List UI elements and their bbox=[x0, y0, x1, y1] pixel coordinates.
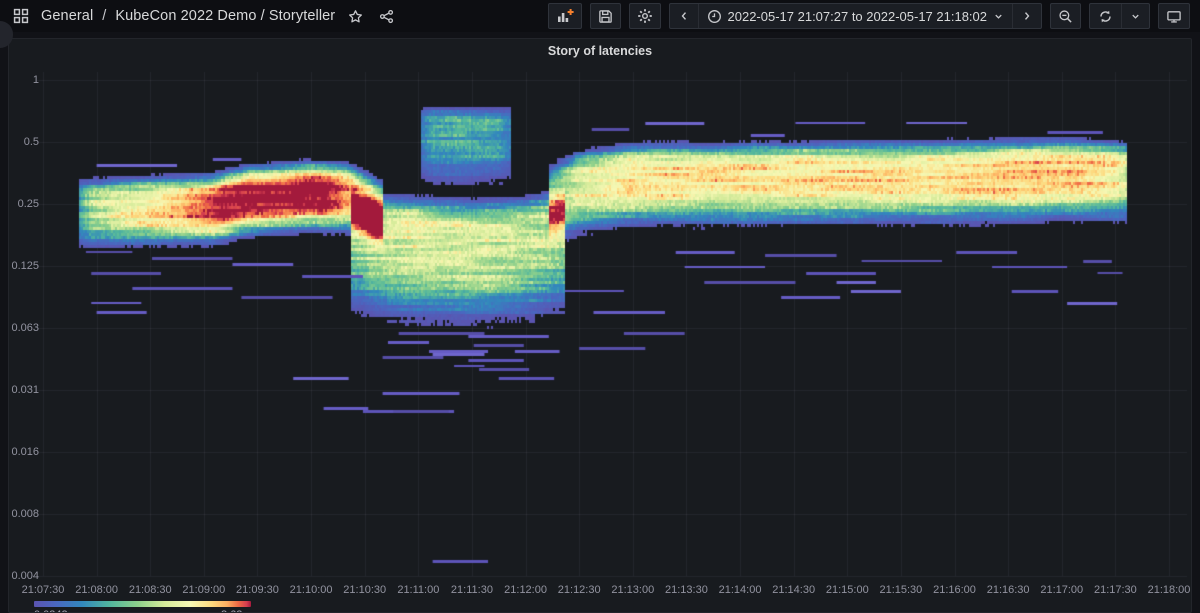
x-tick-label: 21:16:00 bbox=[933, 584, 976, 596]
color-scale-legend bbox=[34, 601, 251, 607]
x-tick-label: 21:18:00 bbox=[1148, 584, 1191, 596]
time-range-forward-button[interactable] bbox=[1012, 4, 1041, 28]
x-tick-label: 21:08:30 bbox=[129, 584, 172, 596]
x-tick-label: 21:10:00 bbox=[290, 584, 333, 596]
x-tick-label: 21:09:00 bbox=[182, 584, 225, 596]
dashboard-settings-button[interactable] bbox=[629, 3, 661, 29]
toolbar: 2022-05-17 21:07:27 to 2022-05-17 21:18:… bbox=[548, 3, 1191, 29]
y-tick-label: 1 bbox=[11, 74, 39, 86]
cycle-view-mode-button[interactable] bbox=[1158, 3, 1190, 29]
y-tick-label: 0.016 bbox=[11, 446, 39, 458]
clock-icon bbox=[707, 9, 722, 24]
share-icon[interactable] bbox=[375, 5, 397, 27]
top-nav-bar: General / KubeCon 2022 Demo / Storytelle… bbox=[0, 0, 1200, 32]
breadcrumb-folder[interactable]: General bbox=[41, 8, 93, 24]
time-range-label: 2022-05-17 21:07:27 to 2022-05-17 21:18:… bbox=[728, 9, 988, 24]
breadcrumb: General / KubeCon 2022 Demo / Storytelle… bbox=[10, 5, 397, 27]
x-tick-label: 21:07:30 bbox=[22, 584, 65, 596]
x-tick-label: 21:12:00 bbox=[504, 584, 547, 596]
breadcrumb-separator: / bbox=[102, 8, 106, 24]
x-tick-label: 21:09:30 bbox=[236, 584, 279, 596]
x-tick-label: 21:17:00 bbox=[1040, 584, 1083, 596]
x-tick-label: 21:11:00 bbox=[397, 584, 439, 596]
y-tick-label: 0.5 bbox=[11, 136, 39, 148]
latency-heatmap-canvas[interactable] bbox=[9, 39, 1192, 613]
y-tick-label: 0.125 bbox=[11, 260, 39, 272]
x-tick-label: 21:15:30 bbox=[879, 584, 922, 596]
heatmap-panel: Story of latencies 1 0.5 0.25 0.125 0.063 0.0… bbox=[8, 38, 1192, 613]
refresh-group bbox=[1089, 3, 1150, 29]
x-tick-label: 21:12:30 bbox=[558, 584, 601, 596]
star-icon[interactable] bbox=[344, 5, 366, 27]
legend-min-value: 0.0342 bbox=[34, 609, 68, 613]
y-tick-label: 0.004 bbox=[11, 570, 39, 582]
x-tick-label: 21:15:00 bbox=[826, 584, 869, 596]
x-tick-label: 21:11:30 bbox=[451, 584, 493, 596]
y-tick-label: 0.25 bbox=[11, 198, 39, 210]
legend-max-value: 8.62 bbox=[221, 609, 242, 613]
dashboard-grid-icon[interactable] bbox=[10, 5, 32, 27]
x-tick-label: 21:14:30 bbox=[772, 584, 815, 596]
x-tick-label: 21:08:00 bbox=[75, 584, 118, 596]
panel-title[interactable]: Story of latencies bbox=[9, 44, 1191, 58]
time-range-picker-button[interactable]: 2022-05-17 21:07:27 to 2022-05-17 21:18:… bbox=[698, 4, 1013, 28]
x-tick-label: 21:17:30 bbox=[1094, 584, 1137, 596]
y-tick-label: 0.063 bbox=[11, 322, 39, 334]
x-tick-label: 21:13:00 bbox=[611, 584, 654, 596]
y-tick-label: 0.008 bbox=[11, 508, 39, 520]
breadcrumb-dashboard[interactable]: KubeCon 2022 Demo / Storyteller bbox=[115, 8, 335, 24]
time-range-back-button[interactable] bbox=[670, 4, 698, 28]
zoom-out-button[interactable] bbox=[1050, 3, 1081, 29]
chevron-down-icon bbox=[993, 11, 1004, 22]
refresh-interval-button[interactable] bbox=[1121, 4, 1149, 28]
x-tick-label: 21:14:00 bbox=[719, 584, 762, 596]
x-tick-label: 21:10:30 bbox=[343, 584, 386, 596]
save-dashboard-button[interactable] bbox=[590, 3, 621, 29]
x-tick-label: 21:16:30 bbox=[987, 584, 1030, 596]
refresh-button[interactable] bbox=[1090, 4, 1121, 28]
x-tick-label: 21:13:30 bbox=[665, 584, 708, 596]
add-panel-button[interactable] bbox=[548, 3, 582, 29]
time-range-group: 2022-05-17 21:07:27 to 2022-05-17 21:18:… bbox=[669, 3, 1043, 29]
y-tick-label: 0.031 bbox=[11, 384, 39, 396]
